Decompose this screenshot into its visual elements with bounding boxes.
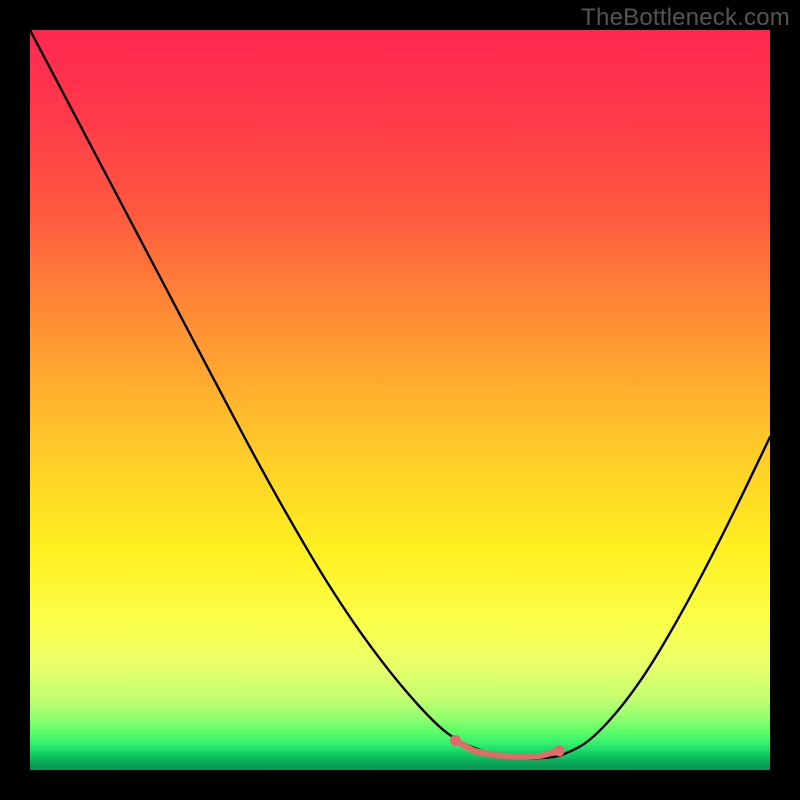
chart-frame: TheBottleneck.com xyxy=(0,0,800,800)
valley-marker-start-dot xyxy=(450,735,461,746)
bottleneck-curve-path xyxy=(30,30,770,758)
chart-svg xyxy=(30,30,770,770)
valley-marker-line xyxy=(456,740,560,756)
valley-marker xyxy=(450,735,565,757)
watermark-label: TheBottleneck.com xyxy=(581,4,790,32)
bottleneck-curve xyxy=(30,30,770,758)
plot-area xyxy=(30,30,770,770)
valley-marker-end-dot xyxy=(554,745,565,756)
